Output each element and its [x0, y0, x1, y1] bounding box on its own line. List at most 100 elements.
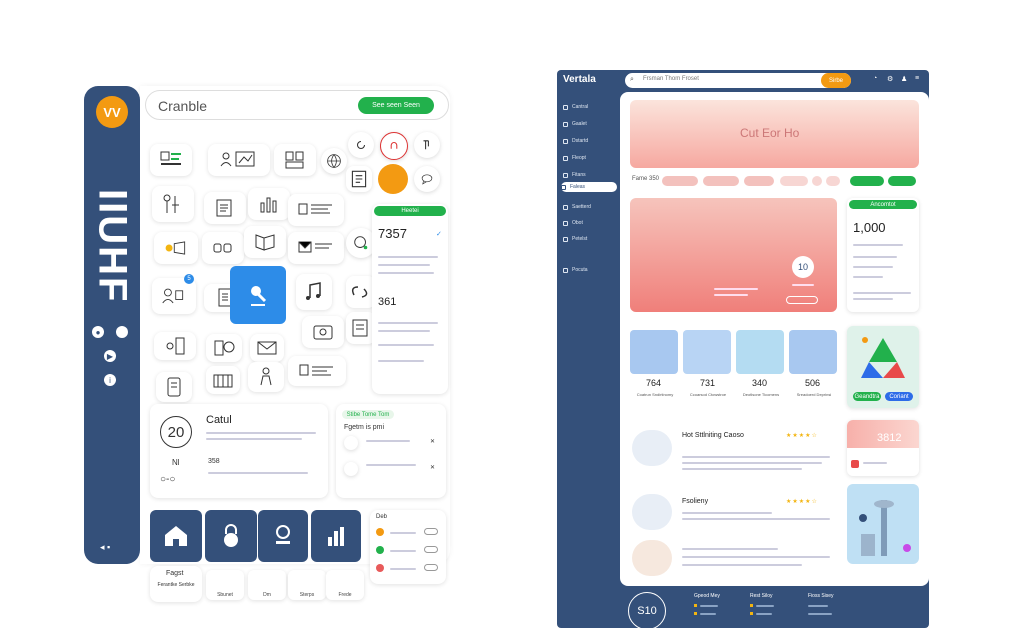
left-feature-card[interactable]: 20 Catul Nl 358 ○-○: [150, 404, 328, 498]
document-icon[interactable]: [346, 166, 372, 192]
stat-tile-3[interactable]: [736, 330, 784, 374]
bell-icon[interactable]: ◔: [873, 75, 877, 82]
settings-icon[interactable]: ⚙: [887, 75, 893, 83]
mail-lines-icon[interactable]: [288, 232, 344, 264]
left-logo[interactable]: VV: [96, 96, 128, 128]
article-title[interactable]: Hot Sttlniting Caoso: [682, 432, 752, 439]
toggle[interactable]: [424, 546, 438, 553]
person-icon[interactable]: [248, 362, 284, 392]
image-tile-icon[interactable]: [150, 144, 192, 176]
phone-tile-icon[interactable]: [154, 332, 196, 360]
glasses-icon[interactable]: [202, 232, 244, 264]
lock-open-icon[interactable]: [380, 132, 408, 160]
camera-icon[interactable]: [302, 316, 344, 348]
right-search-bar[interactable]: ⌕ Frsman Thom Froset Sirbe: [625, 73, 851, 88]
filter-chip[interactable]: [662, 176, 698, 186]
home-tile[interactable]: [150, 510, 202, 562]
footer-link[interactable]: [700, 613, 716, 615]
bar-chart-icon[interactable]: [248, 188, 290, 220]
toggle[interactable]: [424, 564, 438, 571]
small-tile-5[interactable]: Frede: [326, 570, 364, 600]
music-icon[interactable]: [296, 274, 332, 310]
side-toggle-icon[interactable]: ●: [92, 326, 104, 338]
list-more-icon[interactable]: ✕: [430, 464, 435, 471]
nav-item-2[interactable]: Dstartd: [563, 136, 619, 146]
side-info-icon[interactable]: i: [104, 374, 116, 386]
stat-tile-1[interactable]: [630, 330, 678, 374]
nav-item-7[interactable]: Obot: [563, 218, 619, 228]
filter-chip-green[interactable]: [888, 176, 916, 186]
triangle-chart-card[interactable]: Geandtra Coriant: [847, 326, 919, 408]
tools-icon[interactable]: [152, 186, 194, 222]
footer-link[interactable]: [808, 613, 832, 615]
right-logo[interactable]: Vertala: [563, 74, 596, 85]
envelope-icon[interactable]: [250, 334, 284, 362]
footer-link[interactable]: [756, 605, 774, 607]
filter-chip[interactable]: [703, 176, 739, 186]
nav-item-3[interactable]: Fleopt: [563, 153, 619, 163]
small-tile-4[interactable]: Sterps: [288, 570, 326, 600]
nav-item-9[interactable]: Pocuta: [563, 265, 619, 275]
side-dot-icon[interactable]: [116, 326, 128, 338]
nav-item-4[interactable]: Fitans: [563, 170, 619, 180]
refresh-icon[interactable]: [348, 132, 374, 158]
nav-item-1[interactable]: Gaalet: [563, 119, 619, 129]
article-title[interactable]: Fsolieny: [682, 498, 708, 505]
nav-item-6[interactable]: Saetterd: [563, 202, 619, 212]
footer-link[interactable]: [700, 605, 718, 607]
footer-link[interactable]: [808, 605, 828, 607]
side-back-icon[interactable]: ◂ ▪: [100, 542, 110, 553]
small-tile-3[interactable]: Dm: [248, 570, 286, 600]
storefront-icon[interactable]: [206, 366, 240, 394]
clock-chart-icon[interactable]: [206, 334, 242, 362]
nav-icon: [563, 204, 568, 210]
list-doc-icon[interactable]: [204, 192, 246, 224]
filter-chip[interactable]: [744, 176, 774, 186]
footer-link[interactable]: [756, 613, 772, 615]
stat-tile-2[interactable]: [683, 330, 731, 374]
tool-icon[interactable]: [414, 132, 440, 158]
nav-item-5-active[interactable]: Faleas: [561, 182, 617, 192]
people-chart-icon[interactable]: [208, 144, 270, 176]
small-tile-2[interactable]: Sbunet: [206, 570, 244, 600]
chart-button[interactable]: Geandtra: [853, 392, 881, 401]
left-search-bar[interactable]: Cranble See seen Seen: [145, 90, 449, 120]
side-play-icon[interactable]: ▶: [104, 350, 116, 362]
chat-bubble-icon[interactable]: [414, 166, 440, 192]
right-search-input[interactable]: Frsman Thom Froset: [643, 76, 699, 82]
stat-tile-4[interactable]: [789, 330, 837, 374]
hero-button[interactable]: [786, 296, 818, 304]
user-icon[interactable]: ♟: [901, 75, 907, 83]
left-search-button[interactable]: See seen Seen: [358, 97, 434, 114]
text-list-icon[interactable]: [288, 356, 346, 386]
nav-item-8[interactable]: Petelst: [563, 234, 619, 244]
user-tile[interactable]: [258, 510, 308, 562]
nav-item-0[interactable]: Cantral: [563, 102, 619, 112]
ticket-icon[interactable]: [154, 232, 198, 264]
filter-chip[interactable]: [780, 176, 808, 186]
menu-icon[interactable]: ≡: [915, 75, 919, 82]
orange-circle-icon[interactable]: [378, 164, 408, 194]
mobile-icon[interactable]: [156, 372, 192, 402]
hero-chart-card[interactable]: 10: [630, 198, 837, 312]
promo-card[interactable]: 3812: [847, 420, 919, 476]
filter-chip-green[interactable]: [850, 176, 884, 186]
divider: [853, 276, 883, 278]
list-more-icon[interactable]: ✕: [430, 438, 435, 445]
right-search-button[interactable]: Sirbe: [821, 73, 851, 88]
stats-tile[interactable]: [311, 510, 361, 562]
grid-icon[interactable]: [274, 144, 316, 176]
left-search-input[interactable]: Cranble: [158, 98, 207, 114]
small-tile-1[interactable]: Fagst Ferantke Serbke: [150, 566, 202, 602]
toggle[interactable]: [424, 528, 438, 535]
filter-chip[interactable]: [826, 176, 840, 186]
lock-tile[interactable]: [205, 510, 257, 562]
search-user-tile[interactable]: [230, 266, 286, 324]
globe-icon[interactable]: [321, 148, 347, 174]
book-icon[interactable]: [244, 226, 286, 258]
stat-value-1: 7357: [378, 226, 407, 241]
text-lines-icon[interactable]: [288, 194, 344, 226]
filter-chip[interactable]: [812, 176, 822, 186]
divider: [378, 272, 434, 274]
chart-button[interactable]: Coriant: [885, 392, 913, 401]
